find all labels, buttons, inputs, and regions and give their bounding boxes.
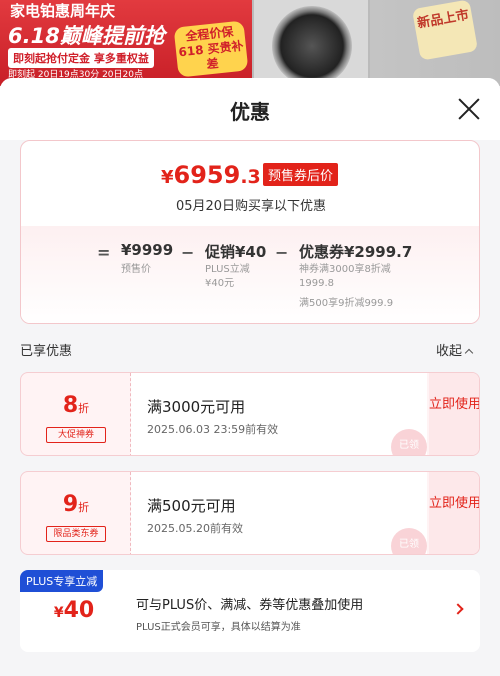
- summary-top: ¥6959.3 预售券后价 05月20日购买享以下优惠: [21, 141, 479, 226]
- enjoyed-discounts-label: 已享优惠: [20, 344, 73, 359]
- dryer-product-image: [252, 0, 370, 86]
- purchase-date-line: 05月20日购买享以下优惠: [175, 199, 327, 214]
- chevron-up-icon: [464, 348, 474, 358]
- coupon-type-tag: 大促神券: [46, 427, 106, 443]
- coupon-use-panel: 立即使用: [429, 373, 479, 455]
- price-summary-card: ¥6959.3 预售券后价 05月20日购买享以下优惠 = ¥9999 预售价 …: [20, 140, 480, 324]
- presale-price-label: 预售价: [121, 264, 151, 275]
- plus-discount-amount: ¥40: [53, 598, 95, 623]
- banner-headline: 6.18巅峰提前抢: [8, 24, 165, 48]
- coupon-discount-panel: 9折 限品类东券: [21, 472, 131, 554]
- promo-plus-label: PLUS立减: [205, 264, 250, 275]
- price-protect-badge: 全程价保 618 买贵补差: [173, 20, 249, 78]
- promo-plus-value: ¥40元: [205, 278, 235, 289]
- coupon-type-tag: 限品类东券: [46, 526, 106, 542]
- coupon-validity: 2025.06.03 23:59前有效: [147, 423, 279, 436]
- coupon-condition: 满500元可用: [147, 497, 236, 515]
- close-icon[interactable]: [454, 94, 484, 124]
- use-now-button[interactable]: 立即使用: [429, 494, 479, 513]
- minus-sign-2: −: [275, 243, 289, 262]
- plus-stack-note: 可与PLUS价、满减、券等优惠叠加使用: [136, 598, 364, 613]
- coupon-detail-1-value: 1999.8: [299, 278, 334, 289]
- coupon-discount: 9折: [62, 492, 90, 517]
- coupon-card[interactable]: 9折 限品类东券 满500元可用 2025.05.20前有效 已领 立即使用: [20, 471, 480, 555]
- coupon-use-panel: 立即使用: [429, 472, 479, 554]
- enjoyed-discounts-header: 已享优惠 收起: [0, 333, 500, 363]
- coupon-discount-panel: 8折 大促神券: [21, 373, 131, 455]
- use-now-button[interactable]: 立即使用: [429, 395, 479, 414]
- coupon-discount: 8折: [62, 393, 90, 418]
- equals-sign: =: [97, 243, 111, 262]
- coupon-info: 满3000元可用 2025.06.03 23:59前有效: [131, 373, 427, 455]
- coupon-detail-2: 满500享9折减999.9: [299, 298, 394, 309]
- banner-deposit-text: 即刻起抢付定金 享多重权益: [8, 48, 154, 68]
- collapse-button[interactable]: 收起: [436, 340, 474, 359]
- dryer-drum-icon: [272, 6, 352, 86]
- banner-event-name: 家电铂惠周年庆: [10, 2, 116, 20]
- sheet-title: 优惠: [230, 100, 270, 124]
- coupon-total: 优惠券¥2999.7: [299, 243, 413, 261]
- sheet-header: 优惠: [0, 78, 500, 140]
- plus-discount-card[interactable]: PLUS专享立减 ¥40 可与PLUS价、满减、券等优惠叠加使用 PLUS正式会…: [20, 570, 480, 652]
- coupon-detail-1: 神券满3000享8折减: [299, 264, 391, 275]
- coupon-info: 满500元可用 2025.05.20前有效: [131, 472, 427, 554]
- final-price: ¥6959.3: [161, 161, 261, 189]
- presale-price-tag: 预售券后价: [263, 163, 339, 186]
- coupon-condition: 满3000元可用: [147, 398, 246, 416]
- coupon-card[interactable]: 8折 大促神券 满3000元可用 2025.06.03 23:59前有效 已领 …: [20, 372, 480, 456]
- discount-sheet: 优惠 ¥6959.3 预售券后价 05月20日购买享以下优惠 = ¥9999 预…: [0, 78, 500, 676]
- plus-exclusive-tag: PLUS专享立减: [20, 570, 104, 592]
- plus-member-note: PLUS正式会员可享，具体以结算为准: [136, 622, 301, 633]
- presale-price: ¥9999: [121, 241, 174, 259]
- new-product-badge: 新品上市: [411, 0, 479, 61]
- chevron-right-icon[interactable]: [452, 603, 464, 615]
- product-banner: 家电铂惠周年庆 6.18巅峰提前抢 即刻起抢付定金 享多重权益 即刻起 20日1…: [0, 0, 500, 86]
- minus-sign-1: −: [181, 243, 195, 262]
- promo-amount: 促销¥40: [205, 243, 267, 261]
- coupon-validity: 2025.05.20前有效: [147, 522, 243, 535]
